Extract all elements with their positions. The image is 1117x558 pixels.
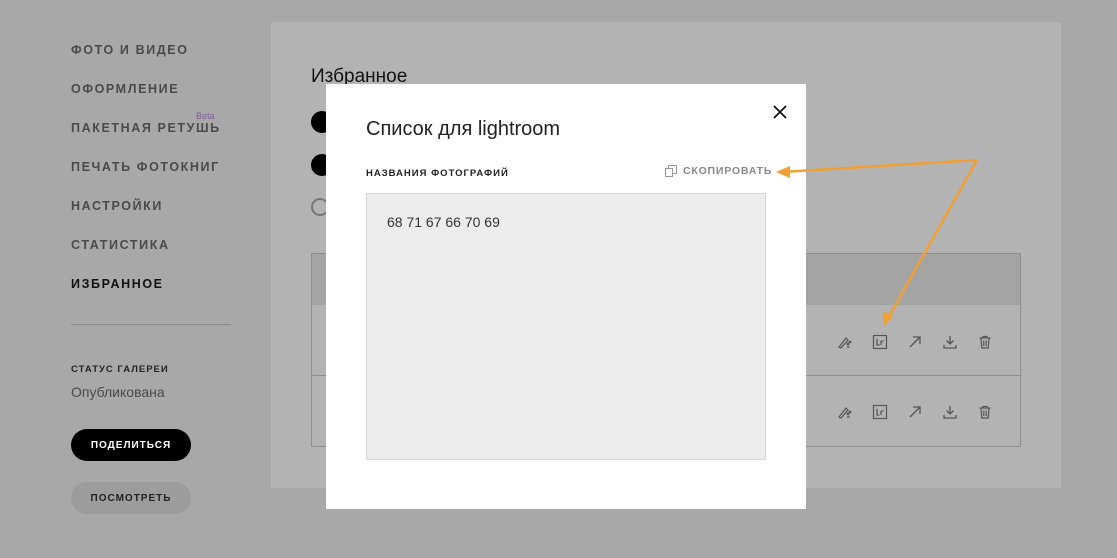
- download-icon[interactable]: [942, 334, 958, 350]
- retouch-icon[interactable]: [836, 404, 852, 420]
- sidebar-item-photobook-print[interactable]: ПЕЧАТЬ ФОТОКНИГ: [71, 160, 220, 174]
- sidebar-divider: [71, 324, 231, 325]
- lightroom-icon[interactable]: [872, 404, 888, 420]
- sidebar-item-photo-video[interactable]: ФОТО И ВИДЕО: [71, 43, 189, 57]
- close-icon[interactable]: [770, 102, 790, 122]
- retouch-icon[interactable]: [836, 334, 852, 350]
- copy-button[interactable]: СКОПИРОВАТЬ: [665, 165, 772, 177]
- open-icon[interactable]: [907, 404, 923, 420]
- sidebar-item-batch-retouch[interactable]: ПАКЕТНАЯ РЕТУШЬ: [71, 121, 221, 135]
- photo-names-label: НАЗВАНИЯ ФОТОГРАФИЙ: [366, 168, 509, 179]
- photo-names-textarea[interactable]: 68 71 67 66 70 69: [366, 193, 766, 460]
- sidebar-item-favorites[interactable]: ИЗБРАННОЕ: [71, 277, 164, 291]
- lightroom-list-modal: Список для lightroom НАЗВАНИЯ ФОТОГРАФИЙ…: [326, 84, 806, 509]
- gallery-status-value: Опубликована: [71, 384, 165, 400]
- delete-icon[interactable]: [977, 334, 993, 350]
- view-button[interactable]: ПОСМОТРЕТЬ: [71, 482, 191, 514]
- delete-icon[interactable]: [977, 404, 993, 420]
- beta-badge: Beta: [196, 111, 215, 121]
- modal-title: Список для lightroom: [366, 118, 561, 140]
- download-icon[interactable]: [942, 404, 958, 420]
- share-button[interactable]: ПОДЕЛИТЬСЯ: [71, 429, 191, 461]
- copy-icon: [665, 165, 677, 177]
- sidebar-item-design[interactable]: ОФОРМЛЕНИЕ: [71, 82, 179, 96]
- lightroom-icon[interactable]: [872, 334, 888, 350]
- open-icon[interactable]: [907, 334, 923, 350]
- sidebar-item-statistics[interactable]: СТАТИСТИКА: [71, 238, 170, 252]
- gallery-status-label: СТАТУС ГАЛЕРЕИ: [71, 364, 169, 375]
- copy-label: СКОПИРОВАТЬ: [683, 165, 773, 177]
- sidebar-item-settings[interactable]: НАСТРОЙКИ: [71, 199, 163, 213]
